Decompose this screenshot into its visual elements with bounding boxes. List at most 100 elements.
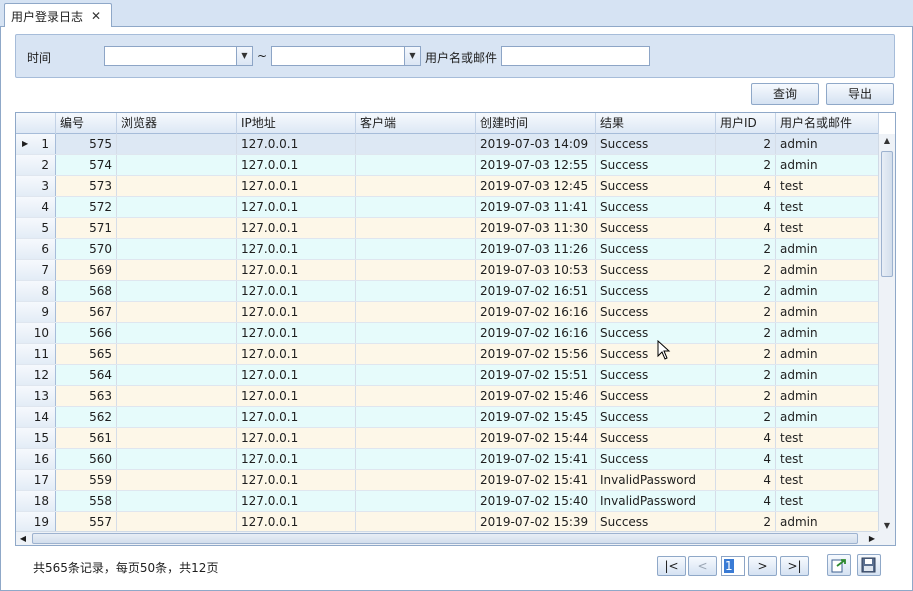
cell-browser[interactable] (117, 197, 237, 217)
cell-user[interactable]: admin (776, 302, 879, 322)
cell-result[interactable]: Success (596, 302, 716, 322)
table-row[interactable]: 9 567 127.0.0.1 2019-07-02 16:16 Success 2 adm… (16, 302, 879, 323)
cell-browser[interactable] (117, 323, 237, 343)
table-row[interactable]: 6 570 127.0.0.1 2019-07-03 11:26 Success 2 adm… (16, 239, 879, 260)
query-button[interactable]: 查询 (751, 83, 819, 105)
cell-client[interactable] (356, 365, 476, 385)
last-page-button[interactable]: >| (780, 556, 809, 576)
user-input[interactable] (501, 46, 650, 66)
column-header-browser[interactable]: 浏览器 (117, 113, 237, 134)
cell-user-id[interactable]: 4 (716, 470, 776, 490)
cell-user-id[interactable]: 4 (716, 218, 776, 238)
cell-client[interactable] (356, 449, 476, 469)
column-header-user[interactable]: 用户名或邮件 (776, 113, 879, 134)
cell-ip[interactable]: 127.0.0.1 (237, 512, 356, 532)
cell-ip[interactable]: 127.0.0.1 (237, 239, 356, 259)
cell-result[interactable]: Success (596, 428, 716, 448)
column-header-id[interactable]: 编号 (56, 113, 117, 134)
column-header-result[interactable]: 结果 (596, 113, 716, 134)
cell-user-id[interactable]: 2 (716, 302, 776, 322)
cell-client[interactable] (356, 470, 476, 490)
cell-created[interactable]: 2019-07-03 11:41 (476, 197, 596, 217)
cell-user-id[interactable]: 2 (716, 365, 776, 385)
cell-browser[interactable] (117, 470, 237, 490)
table-row[interactable]: 3 573 127.0.0.1 2019-07-03 12:45 Success 4 tes… (16, 176, 879, 197)
cell-user[interactable]: admin (776, 344, 879, 364)
cell-created[interactable]: 2019-07-02 15:51 (476, 365, 596, 385)
cell-created[interactable]: 2019-07-02 15:45 (476, 407, 596, 427)
cell-id[interactable]: 574 (56, 155, 117, 175)
table-row[interactable]: 11 565 127.0.0.1 2019-07-02 15:56 Success 2 ad… (16, 344, 879, 365)
cell-id[interactable]: 572 (56, 197, 117, 217)
cell-created[interactable]: 2019-07-03 12:55 (476, 155, 596, 175)
cell-ip[interactable]: 127.0.0.1 (237, 323, 356, 343)
column-header-client[interactable]: 客户端 (356, 113, 476, 134)
scroll-up-icon[interactable]: ▲ (879, 134, 895, 148)
cell-created[interactable]: 2019-07-03 11:26 (476, 239, 596, 259)
cell-user[interactable]: admin (776, 386, 879, 406)
cell-client[interactable] (356, 281, 476, 301)
cell-id[interactable]: 560 (56, 449, 117, 469)
cell-id[interactable]: 569 (56, 260, 117, 280)
cell-client[interactable] (356, 512, 476, 532)
table-row[interactable]: 4 572 127.0.0.1 2019-07-03 11:41 Success 4 tes… (16, 197, 879, 218)
cell-result[interactable]: Success (596, 344, 716, 364)
cell-ip[interactable]: 127.0.0.1 (237, 407, 356, 427)
cell-user[interactable]: admin (776, 365, 879, 385)
cell-ip[interactable]: 127.0.0.1 (237, 344, 356, 364)
cell-ip[interactable]: 127.0.0.1 (237, 134, 356, 154)
cell-browser[interactable] (117, 344, 237, 364)
cell-user-id[interactable]: 4 (716, 197, 776, 217)
table-row[interactable]: 2 574 127.0.0.1 2019-07-03 12:55 Success 2 adm… (16, 155, 879, 176)
cell-created[interactable]: 2019-07-03 12:45 (476, 176, 596, 196)
cell-created[interactable]: 2019-07-02 16:16 (476, 302, 596, 322)
cell-ip[interactable]: 127.0.0.1 (237, 449, 356, 469)
cell-ip[interactable]: 127.0.0.1 (237, 302, 356, 322)
cell-browser[interactable] (117, 386, 237, 406)
row-number[interactable]: 18 (16, 491, 56, 511)
cell-user[interactable]: admin (776, 134, 879, 154)
cell-ip[interactable]: 127.0.0.1 (237, 176, 356, 196)
cell-client[interactable] (356, 176, 476, 196)
cell-user-id[interactable]: 2 (716, 281, 776, 301)
cell-result[interactable]: Success (596, 197, 716, 217)
row-number[interactable]: 3 (16, 176, 56, 196)
row-number[interactable]: 17 (16, 470, 56, 490)
cell-user-id[interactable]: 4 (716, 428, 776, 448)
cell-created[interactable]: 2019-07-02 16:16 (476, 323, 596, 343)
cell-user-id[interactable]: 4 (716, 449, 776, 469)
table-row[interactable]: 1 ▶ 575 127.0.0.1 2019-07-03 14:09 Success 2 ad… (16, 134, 879, 155)
horizontal-scrollbar[interactable]: ◀ ▶ (16, 531, 879, 545)
table-row[interactable]: 12 564 127.0.0.1 2019-07-02 15:51 Success 2 ad… (16, 365, 879, 386)
table-row[interactable]: 8 568 127.0.0.1 2019-07-02 16:51 Success 2 adm… (16, 281, 879, 302)
scroll-right-icon[interactable]: ▶ (865, 532, 879, 545)
chevron-down-icon[interactable]: ▼ (236, 47, 252, 65)
cell-browser[interactable] (117, 134, 237, 154)
cell-result[interactable]: Success (596, 176, 716, 196)
cell-ip[interactable]: 127.0.0.1 (237, 428, 356, 448)
cell-id[interactable]: 559 (56, 470, 117, 490)
vertical-scrollbar[interactable]: ▲ ▼ (878, 134, 895, 533)
export-button[interactable]: 导出 (826, 83, 894, 105)
cell-user[interactable]: admin (776, 239, 879, 259)
row-number[interactable]: 14 (16, 407, 56, 427)
vertical-scroll-thumb[interactable] (881, 151, 893, 277)
cell-user[interactable]: test (776, 470, 879, 490)
cell-browser[interactable] (117, 155, 237, 175)
cell-ip[interactable]: 127.0.0.1 (237, 470, 356, 490)
cell-user[interactable]: test (776, 491, 879, 511)
cell-client[interactable] (356, 491, 476, 511)
cell-browser[interactable] (117, 176, 237, 196)
cell-user-id[interactable]: 2 (716, 344, 776, 364)
table-row[interactable]: 5 571 127.0.0.1 2019-07-03 11:30 Success 4 tes… (16, 218, 879, 239)
cell-created[interactable]: 2019-07-02 15:56 (476, 344, 596, 364)
cell-client[interactable] (356, 218, 476, 238)
next-page-button[interactable]: > (748, 556, 777, 576)
cell-user[interactable]: admin (776, 260, 879, 280)
cell-browser[interactable] (117, 302, 237, 322)
cell-client[interactable] (356, 407, 476, 427)
cell-id[interactable]: 564 (56, 365, 117, 385)
cell-user-id[interactable]: 2 (716, 512, 776, 532)
tab-login-log[interactable]: 用户登录日志 ✕ (4, 3, 112, 28)
cell-browser[interactable] (117, 260, 237, 280)
